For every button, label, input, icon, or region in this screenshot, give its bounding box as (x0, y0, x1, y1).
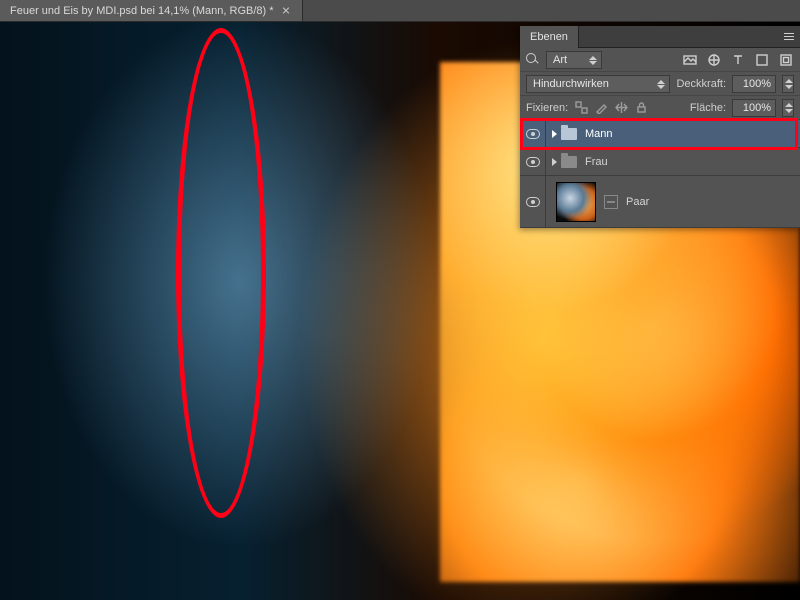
layer-row-frau[interactable]: Frau (520, 148, 800, 176)
filter-adjust-icon[interactable] (706, 53, 722, 67)
opacity-stepper[interactable] (782, 75, 794, 93)
document-tab-title: Feuer und Eis by MDI.psd bei 14,1% (Mann… (10, 5, 274, 17)
lock-pixels-icon[interactable] (594, 101, 608, 115)
filter-shape-icon[interactable] (754, 53, 770, 67)
close-icon[interactable] (282, 7, 290, 15)
filter-pixel-icon[interactable] (682, 53, 698, 67)
fill-label: Fläche: (690, 102, 726, 114)
layer-list: Mann Frau Paar (520, 120, 800, 228)
filter-icon-group (682, 53, 794, 67)
eye-icon (526, 157, 540, 167)
filter-type-icon[interactable] (730, 53, 746, 67)
fill-stepper[interactable] (782, 99, 794, 117)
blend-mode-dropdown[interactable]: Hindurchwirken (526, 75, 670, 93)
layer-thumbnail (556, 182, 596, 222)
filter-kind-label: Art (553, 54, 567, 66)
layer-name[interactable]: Paar (626, 196, 800, 208)
lock-all-icon[interactable] (634, 101, 648, 115)
layer-name[interactable]: Frau (585, 156, 800, 168)
document-tab-bar: Feuer und Eis by MDI.psd bei 14,1% (Mann… (0, 0, 800, 22)
layer-row-mann[interactable]: Mann (520, 120, 800, 148)
blend-opacity-row: Hindurchwirken Deckkraft: 100% (520, 72, 800, 96)
opacity-value[interactable]: 100% (732, 75, 776, 93)
chevron-updown-icon (657, 80, 665, 88)
panel-tab-ebenen[interactable]: Ebenen (520, 26, 579, 48)
layer-name[interactable]: Mann (585, 128, 800, 140)
folder-icon (561, 128, 577, 140)
disclosure-triangle-icon[interactable] (552, 158, 557, 166)
folder-icon (561, 156, 577, 168)
opacity-label: Deckkraft: (676, 78, 726, 90)
visibility-toggle[interactable] (520, 148, 546, 175)
layers-panel: Ebenen Art Hindurchwirken Deckkraft: 100… (520, 26, 800, 228)
lock-position-icon[interactable] (614, 101, 628, 115)
annotation-ellipse (176, 28, 266, 518)
lock-fill-row: Fixieren: Fläche: 100% (520, 96, 800, 120)
eye-icon (526, 197, 540, 207)
disclosure-triangle-icon[interactable] (552, 130, 557, 138)
link-icon[interactable] (604, 195, 618, 209)
lock-label: Fixieren: (526, 102, 568, 114)
eye-icon (526, 129, 540, 139)
document-tab[interactable]: Feuer und Eis by MDI.psd bei 14,1% (Mann… (0, 0, 303, 21)
lock-icon-group (574, 101, 648, 115)
lock-transparent-icon[interactable] (574, 101, 588, 115)
visibility-toggle[interactable] (520, 120, 546, 147)
search-icon (526, 53, 540, 67)
layer-row-paar[interactable]: Paar (520, 176, 800, 228)
panel-menu-icon[interactable] (778, 26, 800, 48)
filter-kind-dropdown[interactable]: Art (546, 51, 602, 69)
visibility-toggle[interactable] (520, 176, 546, 227)
fill-value[interactable]: 100% (732, 99, 776, 117)
chevron-updown-icon (589, 56, 597, 64)
layer-filter-row: Art (520, 48, 800, 72)
filter-smart-icon[interactable] (778, 53, 794, 67)
panel-tab-strip: Ebenen (520, 26, 800, 48)
blend-mode-value: Hindurchwirken (533, 78, 609, 90)
